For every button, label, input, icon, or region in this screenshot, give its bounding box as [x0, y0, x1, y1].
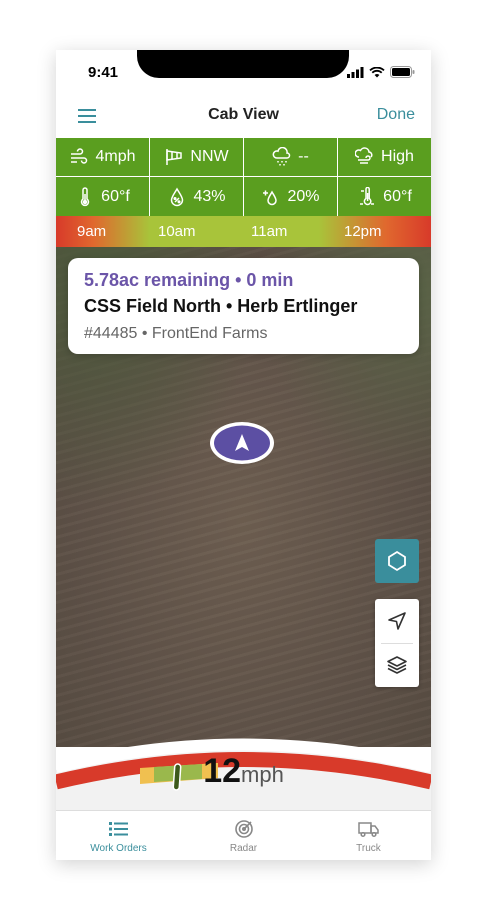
speed-unit: mph: [241, 762, 284, 787]
weather-grid: 4mph NNW -- High 60°f 43% 20% 60°f: [56, 138, 431, 216]
gust-value: High: [381, 148, 414, 165]
timeline-label[interactable]: 9am: [77, 223, 106, 240]
weather-cell-humidity: 43%: [150, 177, 244, 216]
tab-label: Work Orders: [90, 842, 147, 854]
tab-truck[interactable]: Truck: [306, 811, 431, 860]
navigate-icon: [388, 612, 406, 630]
wind-speed-value: 4mph: [95, 148, 136, 165]
hourly-timeline[interactable]: 9am 10am 11am 12pm: [56, 216, 431, 247]
soil-temp-icon: [360, 186, 375, 205]
notch: [137, 50, 349, 78]
weather-cell-temp: 60°f: [56, 177, 150, 216]
phone-screen: 9:41 Cab View Done 4mph NNW -- High 60°f…: [56, 50, 431, 860]
work-order-number: #44485 • FrontEnd Farms: [84, 325, 268, 342]
dew-drop-icon: [263, 189, 278, 205]
page-title: Cab View: [208, 106, 279, 123]
humidity-drop-icon: [171, 187, 184, 206]
status-bar: 9:41: [56, 50, 431, 94]
weather-row: 60°f 43% 20% 60°f: [56, 177, 431, 216]
wifi-icon: [369, 66, 385, 77]
temperature-value: 60°f: [101, 187, 130, 205]
wind-icon: [71, 148, 88, 164]
humidity-value: 43%: [193, 187, 226, 205]
timeline-label[interactable]: 12pm: [344, 223, 382, 240]
weather-cell-wind: 4mph: [56, 138, 150, 176]
radar-icon: [234, 819, 253, 838]
field-info-card[interactable]: 5.78ac remaining • 0 min CSS Field North…: [68, 258, 419, 354]
satellite-map[interactable]: 5.78ac remaining • 0 min CSS Field North…: [56, 247, 431, 747]
list-icon: [108, 821, 128, 836]
map-control-group: [375, 599, 419, 687]
soil-temperature-value: 60°f: [383, 187, 412, 205]
timeline-label[interactable]: 11am: [251, 223, 287, 240]
remaining-acreage: 5.78ac remaining • 0 min: [84, 270, 294, 290]
field-name: CSS Field North • Herb Ertlinger: [84, 296, 358, 316]
geofence-button[interactable]: [375, 539, 419, 583]
navigate-button[interactable]: [375, 599, 419, 643]
geofence-icon: [388, 550, 406, 572]
vehicle-location-marker: [210, 422, 274, 464]
signal-icon: [347, 66, 364, 78]
weather-cell-dew: 20%: [244, 177, 338, 216]
tab-label: Radar: [229, 842, 258, 854]
gust-cloud-icon: [355, 147, 373, 164]
tab-work-orders[interactable]: Work Orders: [56, 811, 181, 860]
tab-radar[interactable]: Radar: [181, 811, 306, 860]
layers-icon: [387, 656, 407, 674]
rain-value: --: [298, 148, 309, 165]
wind-direction-value: NNW: [190, 148, 229, 165]
done-button[interactable]: Done: [377, 106, 415, 124]
weather-row: 4mph NNW -- High: [56, 138, 431, 177]
tab-bar: Work Orders Radar Truck: [56, 810, 431, 860]
weather-cell-direction: NNW: [150, 138, 244, 176]
weather-cell-soil-temp: 60°f: [338, 177, 431, 216]
tab-label: Truck: [356, 842, 381, 854]
weather-cell-gust: High: [338, 138, 431, 176]
weather-cell-rain: --: [244, 138, 338, 176]
battery-icon: [390, 66, 415, 78]
truck-icon: [357, 821, 379, 837]
layers-button[interactable]: [375, 643, 419, 687]
windsock-icon: [166, 149, 183, 165]
rain-cloud-icon: [272, 147, 291, 166]
speed-readout: 12mph: [56, 752, 431, 791]
nav-bar: Cab View Done: [56, 94, 431, 138]
speed-value: 12: [203, 752, 242, 790]
status-icons: [347, 66, 415, 78]
dew-value: 20%: [287, 187, 320, 205]
thermometer-icon: [80, 186, 90, 206]
status-time: 9:41: [88, 64, 119, 81]
timeline-label[interactable]: 10am: [158, 223, 196, 240]
